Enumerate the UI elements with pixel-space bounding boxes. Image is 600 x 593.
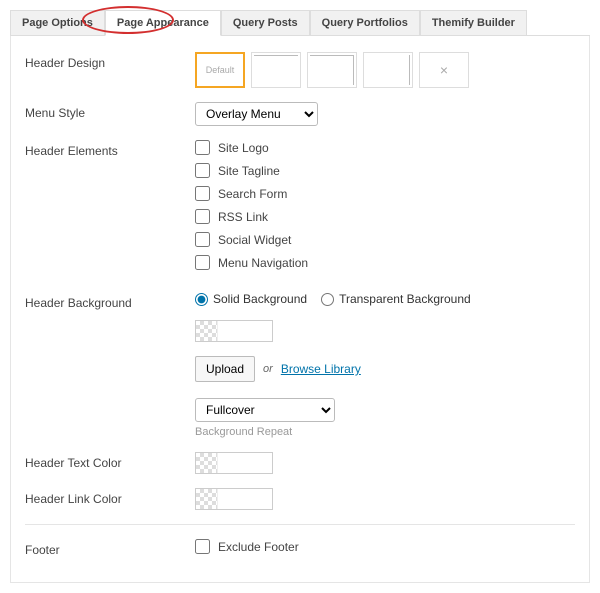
label-footer: Footer	[25, 539, 195, 557]
checkbox-search-form[interactable]	[195, 186, 210, 201]
label-header-background: Header Background	[25, 292, 195, 310]
checkbox-label: Menu Navigation	[218, 256, 308, 270]
panel-page-appearance: Header Design Default × Menu Style Overl…	[10, 36, 590, 583]
checkbox-site-logo[interactable]	[195, 140, 210, 155]
label-header-design: Header Design	[25, 52, 195, 70]
radio-transparent-background[interactable]: Transparent Background	[321, 292, 471, 306]
upload-button[interactable]: Upload	[195, 356, 255, 382]
header-design-option-2[interactable]	[251, 52, 301, 88]
header-design-option-4[interactable]	[363, 52, 413, 88]
header-bg-color-field[interactable]	[195, 320, 273, 342]
checkbox-label: Social Widget	[218, 233, 291, 247]
checkbox-menu-navigation[interactable]	[195, 255, 210, 270]
checkbox-social-widget[interactable]	[195, 232, 210, 247]
header-text-color-field[interactable]	[195, 452, 273, 474]
checkbox-label: Exclude Footer	[218, 540, 299, 554]
radio-transparent-input[interactable]	[321, 293, 334, 306]
transparent-swatch-icon	[196, 489, 218, 509]
tab-query-posts[interactable]: Query Posts	[221, 10, 310, 35]
tab-page-options[interactable]: Page Options	[10, 10, 105, 35]
tab-query-portfolios[interactable]: Query Portfolios	[310, 10, 420, 35]
checkbox-label: Site Tagline	[218, 164, 280, 178]
checkbox-label: Site Logo	[218, 141, 269, 155]
checkbox-exclude-footer[interactable]	[195, 539, 210, 554]
radio-solid-input[interactable]	[195, 293, 208, 306]
label-header-elements: Header Elements	[25, 140, 195, 158]
or-text: or	[263, 363, 273, 375]
header-design-option-3[interactable]	[307, 52, 357, 88]
checkbox-label: Search Form	[218, 187, 287, 201]
divider	[25, 524, 575, 525]
checkbox-label: RSS Link	[218, 210, 268, 224]
tab-page-appearance[interactable]: Page Appearance	[105, 10, 221, 36]
header-link-color-field[interactable]	[195, 488, 273, 510]
label-menu-style: Menu Style	[25, 102, 195, 120]
header-design-option-none[interactable]: ×	[419, 52, 469, 88]
label-header-text-color: Header Text Color	[25, 452, 195, 470]
browse-library-link[interactable]: Browse Library	[281, 362, 361, 376]
background-repeat-helper: Background Repeat	[195, 426, 575, 438]
checkbox-rss-link[interactable]	[195, 209, 210, 224]
tab-themify-builder[interactable]: Themify Builder	[420, 10, 527, 35]
tabs: Page Options Page Appearance Query Posts…	[10, 10, 590, 36]
header-design-default[interactable]: Default	[195, 52, 245, 88]
label-header-link-color: Header Link Color	[25, 488, 195, 506]
header-design-options: Default ×	[195, 52, 575, 88]
background-repeat-select[interactable]: Fullcover	[195, 398, 335, 422]
checkbox-site-tagline[interactable]	[195, 163, 210, 178]
menu-style-select[interactable]: Overlay Menu	[195, 102, 318, 126]
transparent-swatch-icon	[196, 453, 218, 473]
radio-solid-background[interactable]: Solid Background	[195, 292, 307, 306]
transparent-swatch-icon	[196, 321, 218, 341]
